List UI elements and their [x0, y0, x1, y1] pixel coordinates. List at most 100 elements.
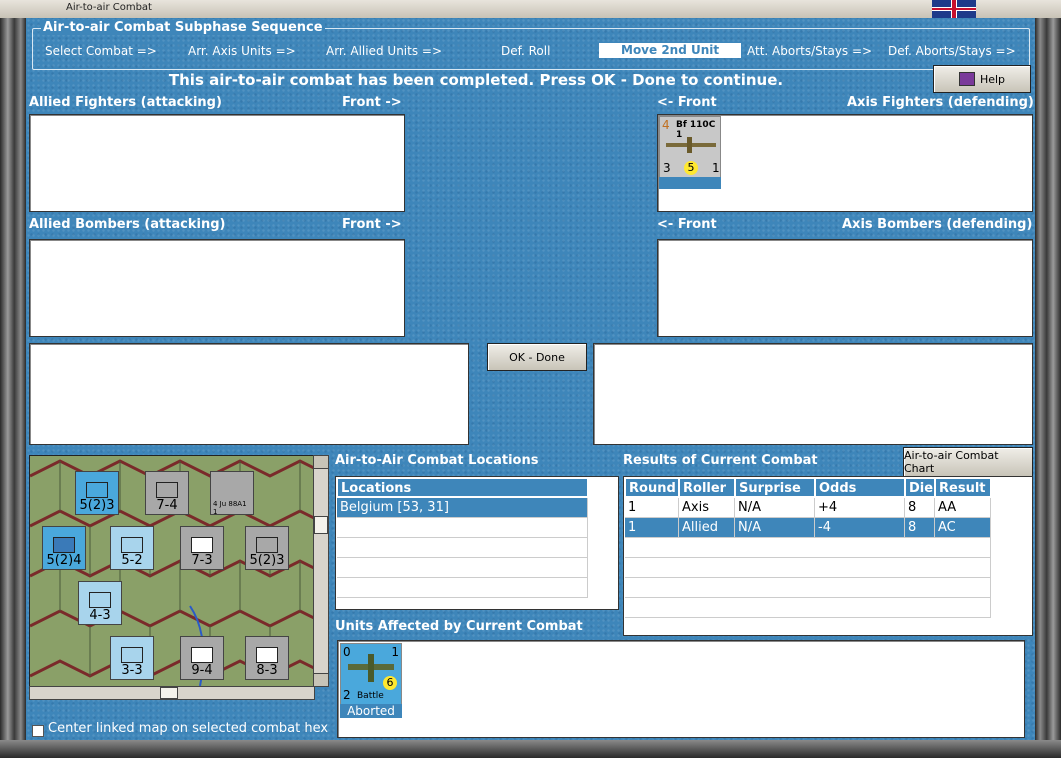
- affected-bottom-left: 2: [343, 688, 351, 702]
- step-move-2nd-unit[interactable]: Move 2nd Unit: [599, 43, 742, 58]
- step-arr-axis[interactable]: Arr. Axis Units =>: [188, 44, 296, 58]
- locations-table: Locations Belgium [53, 31]: [335, 476, 619, 610]
- sequence-title: Air-to-air Combat Subphase Sequence: [41, 20, 325, 35]
- locations-title: Air-to-Air Combat Locations: [335, 453, 539, 468]
- results-cell[interactable]: N/A: [735, 518, 815, 538]
- uk-flag-icon: [932, 0, 976, 18]
- step-select-combat[interactable]: Select Combat =>: [45, 44, 157, 58]
- results-header-die: Die: [905, 478, 935, 497]
- map-unit[interactable]: 5(2)4: [42, 526, 86, 570]
- results-header-roller: Roller: [679, 478, 735, 497]
- results-cell[interactable]: N/A: [735, 498, 815, 518]
- results-empty-row: [625, 538, 991, 558]
- map-unit[interactable]: 7-3: [180, 526, 224, 570]
- allied-fighters-box[interactable]: [29, 114, 405, 212]
- location-row-empty[interactable]: [337, 578, 588, 598]
- results-cell[interactable]: Allied: [679, 518, 735, 538]
- location-row-empty[interactable]: [337, 518, 588, 538]
- subphase-sequence: Air-to-air Combat Subphase Sequence Sele…: [32, 20, 1030, 70]
- axis-fighters-front: <- Front: [657, 95, 717, 110]
- results-cell[interactable]: AA: [935, 498, 991, 518]
- axis-fighters-box[interactable]: 4 Bf 110C 1 3 5 1: [657, 114, 1033, 212]
- affected-unit-label: Battle: [357, 691, 384, 701]
- results-empty-row: [625, 578, 991, 598]
- allied-fighters-front: Front ->: [342, 95, 402, 110]
- scroll-up-arrow[interactable]: [314, 456, 328, 469]
- counter-select-bar: [659, 177, 721, 189]
- results-empty-row: [625, 598, 991, 618]
- window-title: Air-to-air Combat: [66, 2, 152, 13]
- affected-unit-counter[interactable]: 0 1 2 Battle 6: [340, 643, 402, 705]
- axis-fighter-counter[interactable]: 4 Bf 110C 1 3 5 1: [659, 116, 721, 178]
- map-unit[interactable]: 5-2: [110, 526, 154, 570]
- affected-units-box[interactable]: 0 1 2 Battle 6 Aborted: [337, 640, 1025, 738]
- counter-die: 5: [684, 161, 698, 175]
- affected-die: 6: [383, 676, 397, 690]
- frame-left: [0, 18, 26, 758]
- map-unit[interactable]: 9-4: [180, 636, 224, 680]
- results-table: Round Roller Surprise Odds Die Result 1 …: [623, 476, 1033, 636]
- results-header-result: Result: [935, 478, 991, 497]
- scroll-thumb[interactable]: [314, 516, 328, 534]
- results-cell[interactable]: 8: [905, 498, 935, 518]
- combat-chart-button[interactable]: Air-to-air Combat Chart: [903, 447, 1033, 477]
- allied-fighters-label: Allied Fighters (attacking): [29, 95, 222, 110]
- results-header-surprise: Surprise: [735, 478, 815, 497]
- map-unit[interactable]: 3-3: [110, 636, 154, 680]
- allied-bombers-front: Front ->: [342, 217, 402, 232]
- aircraft-icon: [666, 137, 716, 153]
- scroll-down-arrow[interactable]: [314, 673, 328, 686]
- results-cell[interactable]: 1: [625, 498, 679, 518]
- axis-fighters-label: Axis Fighters (defending): [847, 95, 1034, 110]
- axis-bombers-box[interactable]: [657, 239, 1033, 337]
- map-unit[interactable]: 8-3: [245, 636, 289, 680]
- results-cell[interactable]: 8: [905, 518, 935, 538]
- results-cell[interactable]: AC: [935, 518, 991, 538]
- ok-done-button[interactable]: OK - Done: [487, 343, 587, 371]
- map-scrollbar-horizontal[interactable]: [29, 686, 315, 700]
- allied-info-box: [29, 343, 469, 445]
- step-arr-allied[interactable]: Arr. Allied Units =>: [326, 44, 442, 58]
- axis-bombers-front: <- Front: [657, 217, 717, 232]
- frame-right: [1035, 18, 1061, 758]
- counter-bottom-left: 3: [663, 161, 671, 175]
- map-unit[interactable]: 5(2)3: [245, 526, 289, 570]
- step-def-roll[interactable]: Def. Roll: [501, 44, 550, 58]
- map-scrollbar-vertical[interactable]: [313, 455, 329, 687]
- affected-title: Units Affected by Current Combat: [335, 619, 583, 634]
- title-bar: Air-to-air Combat: [0, 0, 1061, 18]
- step-def-aborts[interactable]: Def. Aborts/Stays =>: [888, 44, 1016, 58]
- allied-bombers-box[interactable]: [29, 239, 405, 337]
- counter-top-left: 4: [662, 118, 670, 132]
- frame-bottom: [0, 740, 1061, 758]
- axis-bombers-label: Axis Bombers (defending): [842, 217, 1033, 232]
- results-title: Results of Current Combat: [623, 453, 818, 468]
- results-empty-row: [625, 558, 991, 578]
- results-cell[interactable]: -4: [815, 518, 905, 538]
- allied-bombers-label: Allied Bombers (attacking): [29, 217, 226, 232]
- results-cell[interactable]: 1: [625, 518, 679, 538]
- location-row-empty[interactable]: [337, 558, 588, 578]
- results-header-round: Round: [625, 478, 679, 497]
- locations-header: Locations: [337, 478, 588, 497]
- location-row[interactable]: Belgium [53, 31]: [337, 498, 588, 518]
- map-unit[interactable]: 7-4: [145, 471, 189, 515]
- center-map-checkbox[interactable]: [32, 725, 44, 737]
- map-unit[interactable]: 4-3: [78, 581, 122, 625]
- main-panel: Air-to-air Combat Subphase Sequence Sele…: [26, 18, 1035, 740]
- results-cell[interactable]: Axis: [679, 498, 735, 518]
- scroll-h-thumb[interactable]: [160, 687, 178, 699]
- results-cell[interactable]: +4: [815, 498, 905, 518]
- linked-map[interactable]: 5(2)3 7-4 4 Ju 88A1 1 5(2)4 5-2 7-3 5(2)…: [29, 455, 315, 687]
- affected-status: Aborted: [340, 704, 402, 718]
- axis-info-box: [593, 343, 1033, 445]
- map-unit[interactable]: 5(2)3: [75, 471, 119, 515]
- step-att-aborts[interactable]: Att. Aborts/Stays =>: [747, 44, 872, 58]
- center-map-label: Center linked map on selected combat hex: [48, 721, 329, 736]
- help-label: Help: [979, 72, 1006, 86]
- counter-bottom-right: 1: [712, 161, 720, 175]
- map-unit[interactable]: 4 Ju 88A1 1: [210, 471, 254, 516]
- results-header-odds: Odds: [815, 478, 905, 497]
- help-button[interactable]: Help: [933, 65, 1031, 93]
- location-row-empty[interactable]: [337, 538, 588, 558]
